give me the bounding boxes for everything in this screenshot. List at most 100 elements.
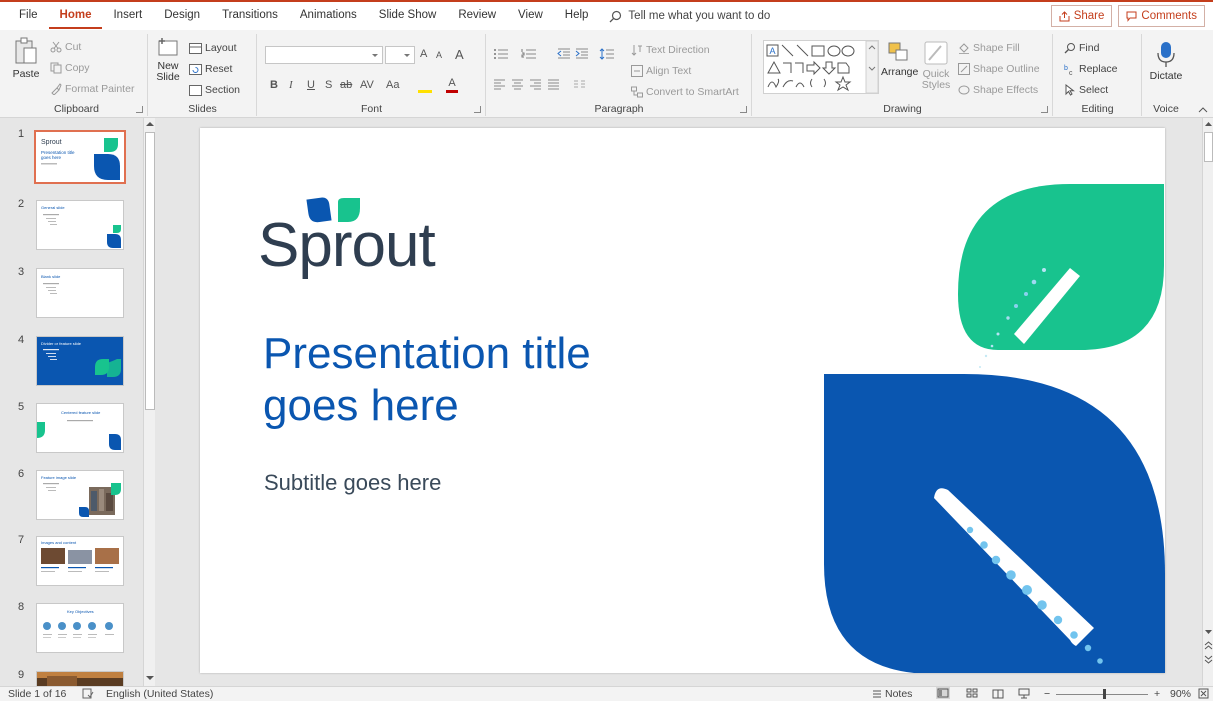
font-family-dropdown[interactable] <box>265 46 383 64</box>
section-button[interactable]: Section <box>189 84 240 96</box>
grow-font-button[interactable]: A <box>420 48 427 60</box>
tab-help[interactable]: Help <box>554 3 600 29</box>
drawing-launcher-icon[interactable] <box>1041 106 1048 113</box>
font-size-dropdown[interactable] <box>385 46 415 64</box>
align-center-icon[interactable] <box>511 79 524 90</box>
font-launcher-icon[interactable] <box>474 106 481 113</box>
shrink-font-button[interactable]: A <box>436 50 442 60</box>
scroll-down-icon[interactable] <box>1204 628 1213 636</box>
paste-button[interactable]: Paste <box>12 36 40 80</box>
comments-button[interactable]: Comments <box>1118 5 1205 27</box>
tab-slide-show[interactable]: Slide Show <box>368 3 448 29</box>
slide-sorter-icon[interactable] <box>966 688 978 699</box>
strikethrough-button[interactable]: ab <box>340 79 352 91</box>
scroll-down-icon[interactable] <box>145 674 155 682</box>
slide-thumbnail-3[interactable]: Blank slide <box>36 268 124 318</box>
underline-button[interactable]: U <box>307 79 315 91</box>
zoom-level[interactable]: 90% <box>1170 688 1191 700</box>
shadow-button[interactable]: S <box>325 79 332 91</box>
find-button[interactable]: Find <box>1064 42 1099 54</box>
highlight-color-icon[interactable] <box>418 77 432 93</box>
clear-formatting-icon[interactable]: A <box>455 47 464 62</box>
thumbnails-scroll-thumb[interactable] <box>145 132 155 410</box>
thumbnail-number: 8 <box>18 601 25 613</box>
fit-to-window-icon[interactable] <box>1198 688 1209 699</box>
tab-insert[interactable]: Insert <box>102 3 153 29</box>
tell-me-search[interactable]: Tell me what you want to do <box>609 10 770 23</box>
shape-effects-button[interactable]: Shape Effects <box>958 84 1038 96</box>
numbering-icon[interactable] <box>521 48 537 60</box>
slide-thumbnail-7[interactable]: Images and content <box>36 536 124 586</box>
slide-thumbnail-1[interactable]: Sprout Presentation title goes here <box>34 130 126 184</box>
tab-file[interactable]: File <box>8 3 49 29</box>
reset-button[interactable]: Reset <box>189 63 232 75</box>
slide-title[interactable]: Presentation title goes here <box>263 328 591 432</box>
paragraph-launcher-icon[interactable] <box>740 106 747 113</box>
align-text-button[interactable]: Align Text <box>631 65 691 77</box>
zoom-slider-track[interactable] <box>1056 694 1148 695</box>
font-color-button[interactable]: A <box>446 77 458 93</box>
justify-icon[interactable] <box>547 79 560 90</box>
new-slide-button[interactable]: New Slide <box>153 36 183 83</box>
line-spacing-icon[interactable] <box>599 48 615 60</box>
italic-button[interactable]: I <box>289 79 293 91</box>
tab-transitions[interactable]: Transitions <box>211 3 289 29</box>
shape-outline-button[interactable]: Shape Outline <box>958 63 1040 75</box>
tab-review[interactable]: Review <box>447 3 507 29</box>
scroll-up-icon[interactable] <box>1204 120 1213 128</box>
slide-canvas[interactable]: Sprout Presentation title goes here Subt… <box>200 128 1165 673</box>
slide-show-icon[interactable] <box>1018 688 1030 699</box>
cut-button[interactable]: Cut <box>50 41 81 53</box>
language-indicator[interactable]: English (United States) <box>106 688 213 700</box>
slide-thumbnail-6[interactable]: Feature image slide <box>36 470 124 520</box>
zoom-out-button[interactable]: − <box>1044 688 1050 700</box>
layout-button[interactable]: Layout <box>189 42 237 54</box>
format-painter-button[interactable]: Format Painter <box>50 83 134 95</box>
clipboard-launcher-icon[interactable] <box>136 106 143 113</box>
editor-scroll-thumb[interactable] <box>1204 132 1213 162</box>
bullets-icon[interactable] <box>493 48 509 60</box>
copy-button[interactable]: Copy <box>50 62 90 74</box>
editor-scrollbar[interactable] <box>1202 118 1213 686</box>
dictate-button[interactable]: Dictate <box>1145 40 1187 82</box>
reading-view-icon[interactable] <box>992 688 1004 699</box>
shape-fill-button[interactable]: Shape Fill <box>958 42 1020 54</box>
tab-animations[interactable]: Animations <box>289 3 368 29</box>
select-button[interactable]: Select <box>1064 84 1108 96</box>
scroll-up-icon[interactable] <box>145 120 155 128</box>
previous-slide-icon[interactable] <box>1204 641 1213 650</box>
align-text-label: Align Text <box>646 65 692 77</box>
shapes-gallery[interactable]: A <box>763 40 879 94</box>
tab-view[interactable]: View <box>507 3 554 29</box>
slide-thumbnail-8[interactable]: Key Objectives <box>36 603 124 653</box>
arrange-button[interactable]: Arrange <box>881 40 918 78</box>
slide-thumbnail-4[interactable]: Divider or feature slide <box>36 336 124 386</box>
increase-indent-icon[interactable] <box>575 48 589 60</box>
align-left-icon[interactable] <box>493 79 506 90</box>
columns-icon[interactable] <box>573 79 586 90</box>
bold-button[interactable]: B <box>270 79 278 91</box>
slide-thumbnail-2[interactable]: General slide <box>36 200 124 250</box>
tab-design[interactable]: Design <box>153 3 211 29</box>
slide-thumbnail-5[interactable]: Centered feature slide <box>36 403 124 453</box>
character-spacing-button[interactable]: AV <box>360 79 374 91</box>
quick-styles-button[interactable]: Quick Styles <box>919 40 953 91</box>
tab-home[interactable]: Home <box>48 3 103 29</box>
zoom-slider-handle[interactable] <box>1103 689 1106 699</box>
thumbnails-scrollbar[interactable] <box>143 118 155 686</box>
slide-thumbnail-9[interactable] <box>36 671 124 686</box>
notes-button[interactable]: Notes <box>872 688 912 700</box>
collapse-ribbon-icon[interactable] <box>1198 106 1208 113</box>
normal-view-icon[interactable] <box>936 687 950 699</box>
text-direction-button[interactable]: Text Direction <box>631 44 710 56</box>
spelling-check-icon[interactable] <box>82 688 94 699</box>
next-slide-icon[interactable] <box>1204 655 1213 664</box>
zoom-in-button[interactable]: + <box>1154 688 1160 700</box>
align-right-icon[interactable] <box>529 79 542 90</box>
replace-button[interactable]: bc Replace <box>1064 63 1118 75</box>
share-button[interactable]: Share <box>1050 5 1113 27</box>
slide-subtitle[interactable]: Subtitle goes here <box>264 470 441 496</box>
change-case-button[interactable]: Aa <box>386 79 399 91</box>
convert-smartart-button[interactable]: Convert to SmartArt <box>631 86 739 98</box>
decrease-indent-icon[interactable] <box>557 48 571 60</box>
